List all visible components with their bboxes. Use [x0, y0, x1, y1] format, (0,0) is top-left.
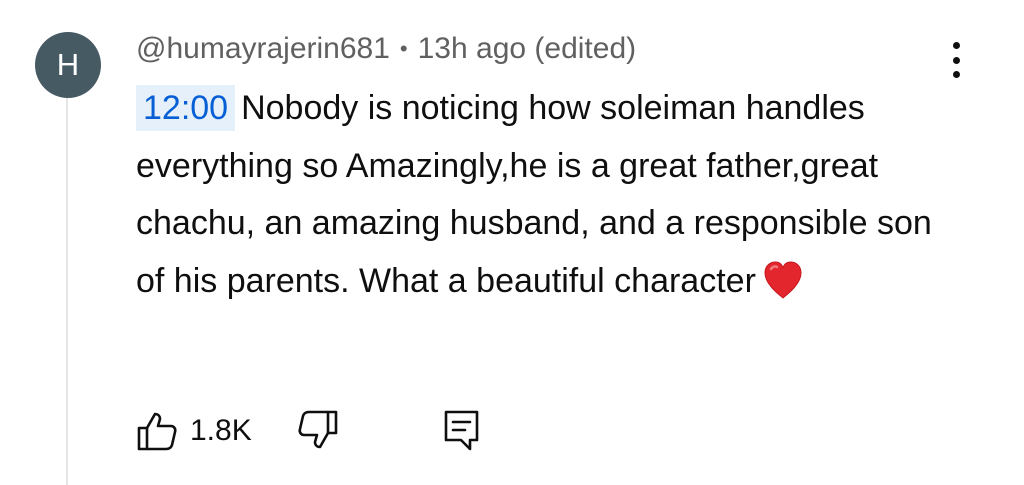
thumb-down-icon — [298, 410, 338, 449]
kebab-dot — [952, 56, 960, 64]
kebab-dot — [952, 42, 960, 49]
author-handle[interactable]: @humayrajerin681 — [136, 32, 390, 66]
like-count: 1.8K — [190, 414, 252, 447]
dislike-button[interactable] — [292, 406, 340, 456]
separator-dot: • — [399, 36, 408, 61]
like-button[interactable]: 1.8K — [136, 406, 252, 456]
comment-text: Nobody is noticing how soleiman handles … — [136, 89, 932, 300]
more-vert-icon[interactable] — [940, 38, 972, 82]
comment-header: @humayrajerin681 • 13h ago (edited) — [136, 28, 636, 70]
thread-line — [66, 94, 68, 485]
kebab-dot — [952, 71, 960, 78]
avatar[interactable]: H — [35, 32, 101, 98]
timestamp-link[interactable]: 12:00 — [136, 85, 236, 131]
reply-comment-icon — [444, 410, 479, 451]
avatar-letter: H — [56, 47, 80, 82]
thumb-up-icon — [137, 412, 177, 451]
comment-time: 13h ago (edited) — [417, 32, 637, 65]
reply-button[interactable] — [442, 406, 482, 456]
comment-thread: H @humayrajerin681 • 13h ago (edited) 12… — [0, 0, 1024, 485]
comment-body: 12:00 Nobody is noticing how soleiman han… — [136, 80, 966, 310]
red-heart-emoji — [764, 260, 802, 299]
